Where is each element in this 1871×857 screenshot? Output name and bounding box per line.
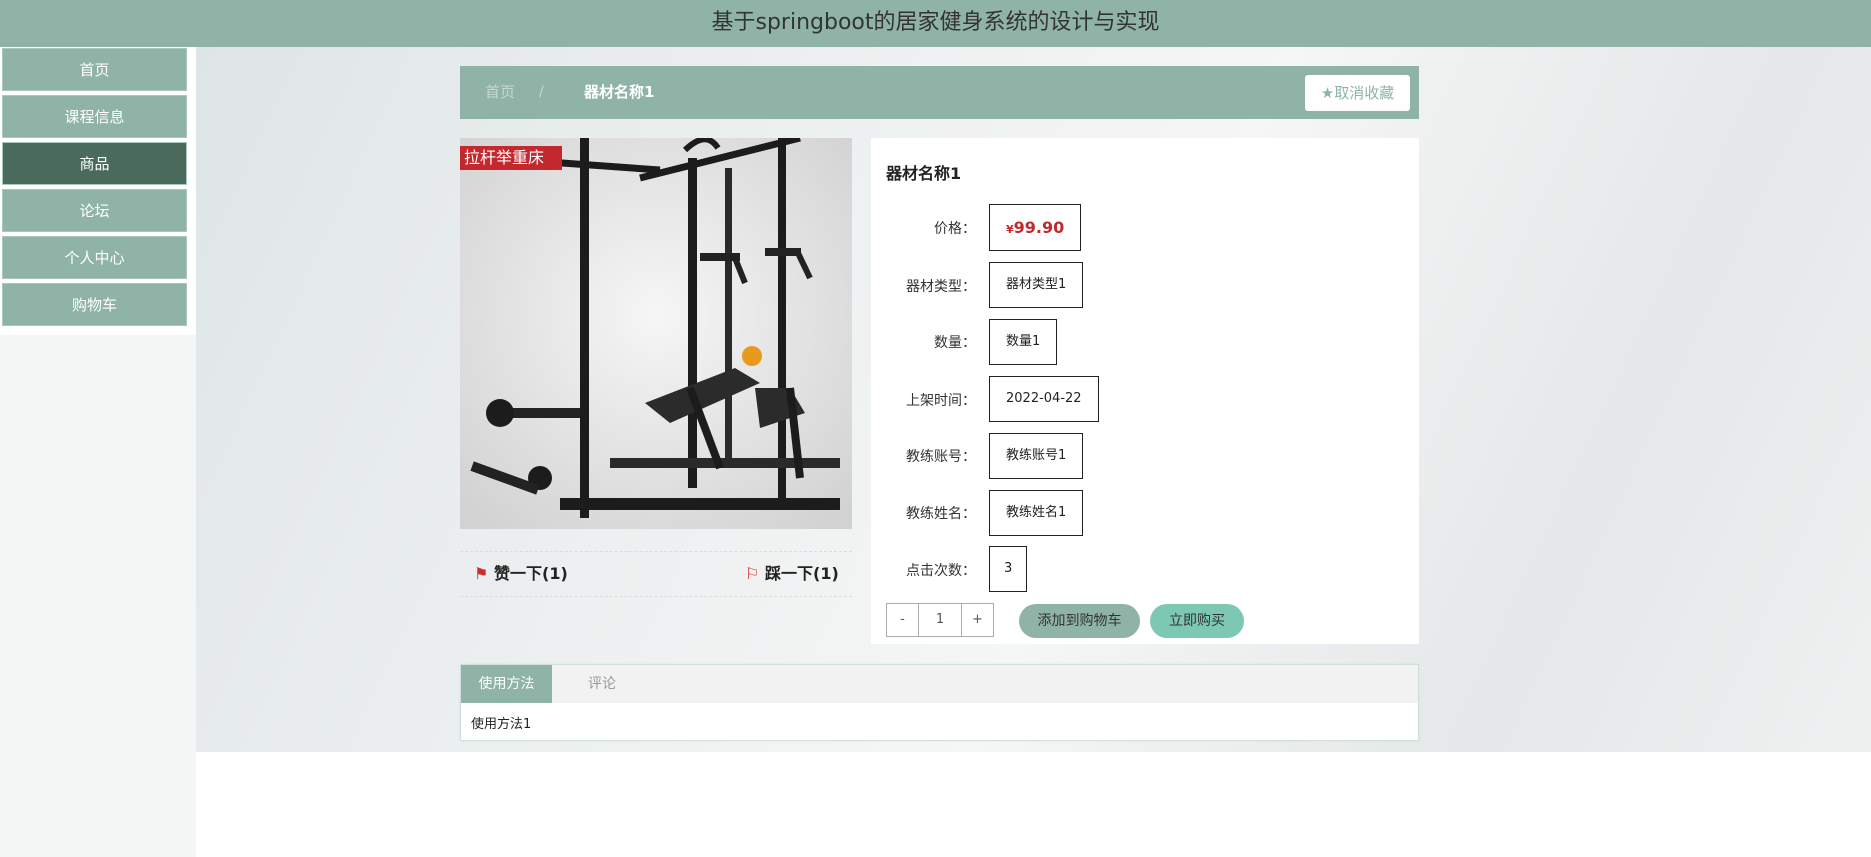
quantity-input[interactable]: 1 [918,603,962,637]
breadcrumb-separator: / [539,84,544,100]
type-label: 器材类型： [906,279,976,295]
currency-symbol: ¥ [1006,223,1014,236]
product-image: 拉杆举重床 [460,138,852,529]
quantity-decrease-button[interactable]: - [886,603,919,637]
clicks-label: 点击次数： [906,563,976,579]
listed-date-value: 2022-04-22 [989,376,1099,422]
quantity-value: 数量1 [989,319,1058,365]
star-icon: ★ [1320,84,1335,102]
sidebar-background [0,335,196,857]
dislike-label: 踩一下(1) [765,564,839,583]
price-label: 价格： [934,221,976,237]
quantity-increase-button[interactable]: + [961,603,994,637]
type-value: 器材类型1 [989,262,1084,308]
thumbs-up-icon: ⚑ [474,564,489,583]
coach-account-value: 教练账号1 [989,433,1084,479]
nav-item-products[interactable]: 商品 [2,142,187,185]
listed-date-label: 上架时间： [906,393,976,409]
unfavorite-label: 取消收藏 [1334,84,1395,102]
app-header: 基于springboot的居家健身系统的设计与实现 [0,0,1871,47]
nav-item-courses[interactable]: 课程信息 [2,95,187,138]
clicks-value: 3 [989,546,1028,592]
quantity-label: 数量： [934,335,976,351]
product-info-card: 器材名称1 价格： ¥99.90 器材类型： 器材类型1 数量： 数量1 上架时… [871,138,1419,644]
price-value: 99.90 [1013,218,1065,237]
nav-item-forum[interactable]: 论坛 [2,189,187,232]
nav-item-home[interactable]: 首页 [2,48,187,91]
vote-bar: ⚑ 赞一下(1) ⚐ 踩一下(1) [460,551,852,597]
power-rack-illustration [460,138,852,529]
like-label: 赞一下(1) [494,564,568,583]
add-to-cart-button[interactable]: 添加到购物车 [1019,604,1140,638]
tab-header: 使用方法 评论 [461,665,1418,703]
price-value-box: ¥99.90 [989,204,1082,251]
tab-comments[interactable]: 评论 [552,665,652,703]
detail-tabs: 使用方法 评论 使用方法1 [460,664,1419,741]
coach-name-label: 教练姓名： [906,506,976,522]
coach-account-label: 教练账号： [906,449,976,465]
buy-now-button[interactable]: 立即购买 [1150,604,1244,638]
tab-usage[interactable]: 使用方法 [461,665,552,703]
sidebar-nav: 首页 课程信息 商品 论坛 个人中心 购物车 [2,48,187,330]
product-title: 器材名称1 [886,164,962,183]
tab-content: 使用方法1 [471,717,532,732]
breadcrumb: 首页 / 器材名称1 ★取消收藏 [460,66,1419,119]
app-title: 基于springboot的居家健身系统的设计与实现 [711,10,1160,35]
unfavorite-button[interactable]: ★取消收藏 [1305,75,1410,111]
like-button[interactable]: ⚑ 赞一下(1) [474,552,568,596]
breadcrumb-home-link[interactable]: 首页 [485,66,515,119]
coach-name-value: 教练姓名1 [989,490,1084,536]
breadcrumb-current: 器材名称1 [584,83,655,101]
nav-item-cart[interactable]: 购物车 [2,283,187,326]
dislike-button[interactable]: ⚐ 踩一下(1) [745,552,839,596]
nav-item-profile[interactable]: 个人中心 [2,236,187,279]
thumbs-down-icon: ⚐ [745,564,760,583]
image-tag: 拉杆举重床 [460,146,563,170]
